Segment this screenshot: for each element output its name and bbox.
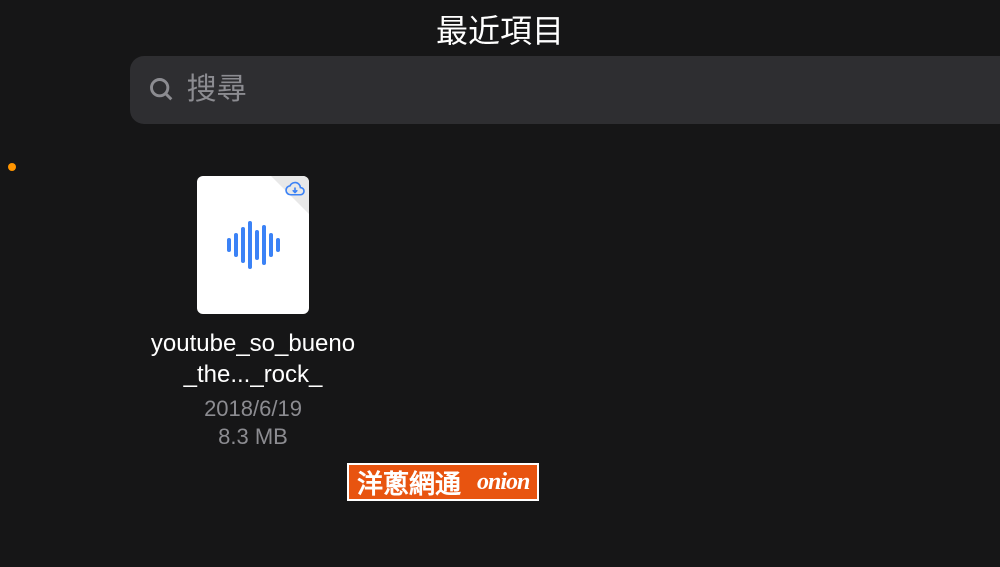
file-date: 2018/6/19 <box>204 396 302 422</box>
file-grid: youtube_so_bueno_the..._rock_ 2018/6/19 … <box>148 176 358 450</box>
search-icon <box>148 75 177 105</box>
audio-waveform-icon <box>227 220 280 270</box>
cloud-download-badge <box>271 176 309 214</box>
page-title: 最近項目 <box>0 6 1000 52</box>
file-item[interactable]: youtube_so_bueno_the..._rock_ 2018/6/19 … <box>148 176 358 450</box>
search-bar[interactable] <box>130 56 1000 124</box>
file-thumbnail <box>197 176 309 314</box>
notification-dot <box>8 163 16 171</box>
watermark-text-right: onion <box>469 465 537 499</box>
file-name: youtube_so_bueno_the..._rock_ <box>148 328 358 390</box>
watermark-text-left: 洋蔥網通 <box>349 465 469 499</box>
search-input[interactable] <box>187 73 1000 107</box>
watermark-logo: 洋蔥網通 onion <box>347 463 539 501</box>
cloud-download-icon <box>284 179 306 197</box>
file-size: 8.3 MB <box>218 424 288 450</box>
